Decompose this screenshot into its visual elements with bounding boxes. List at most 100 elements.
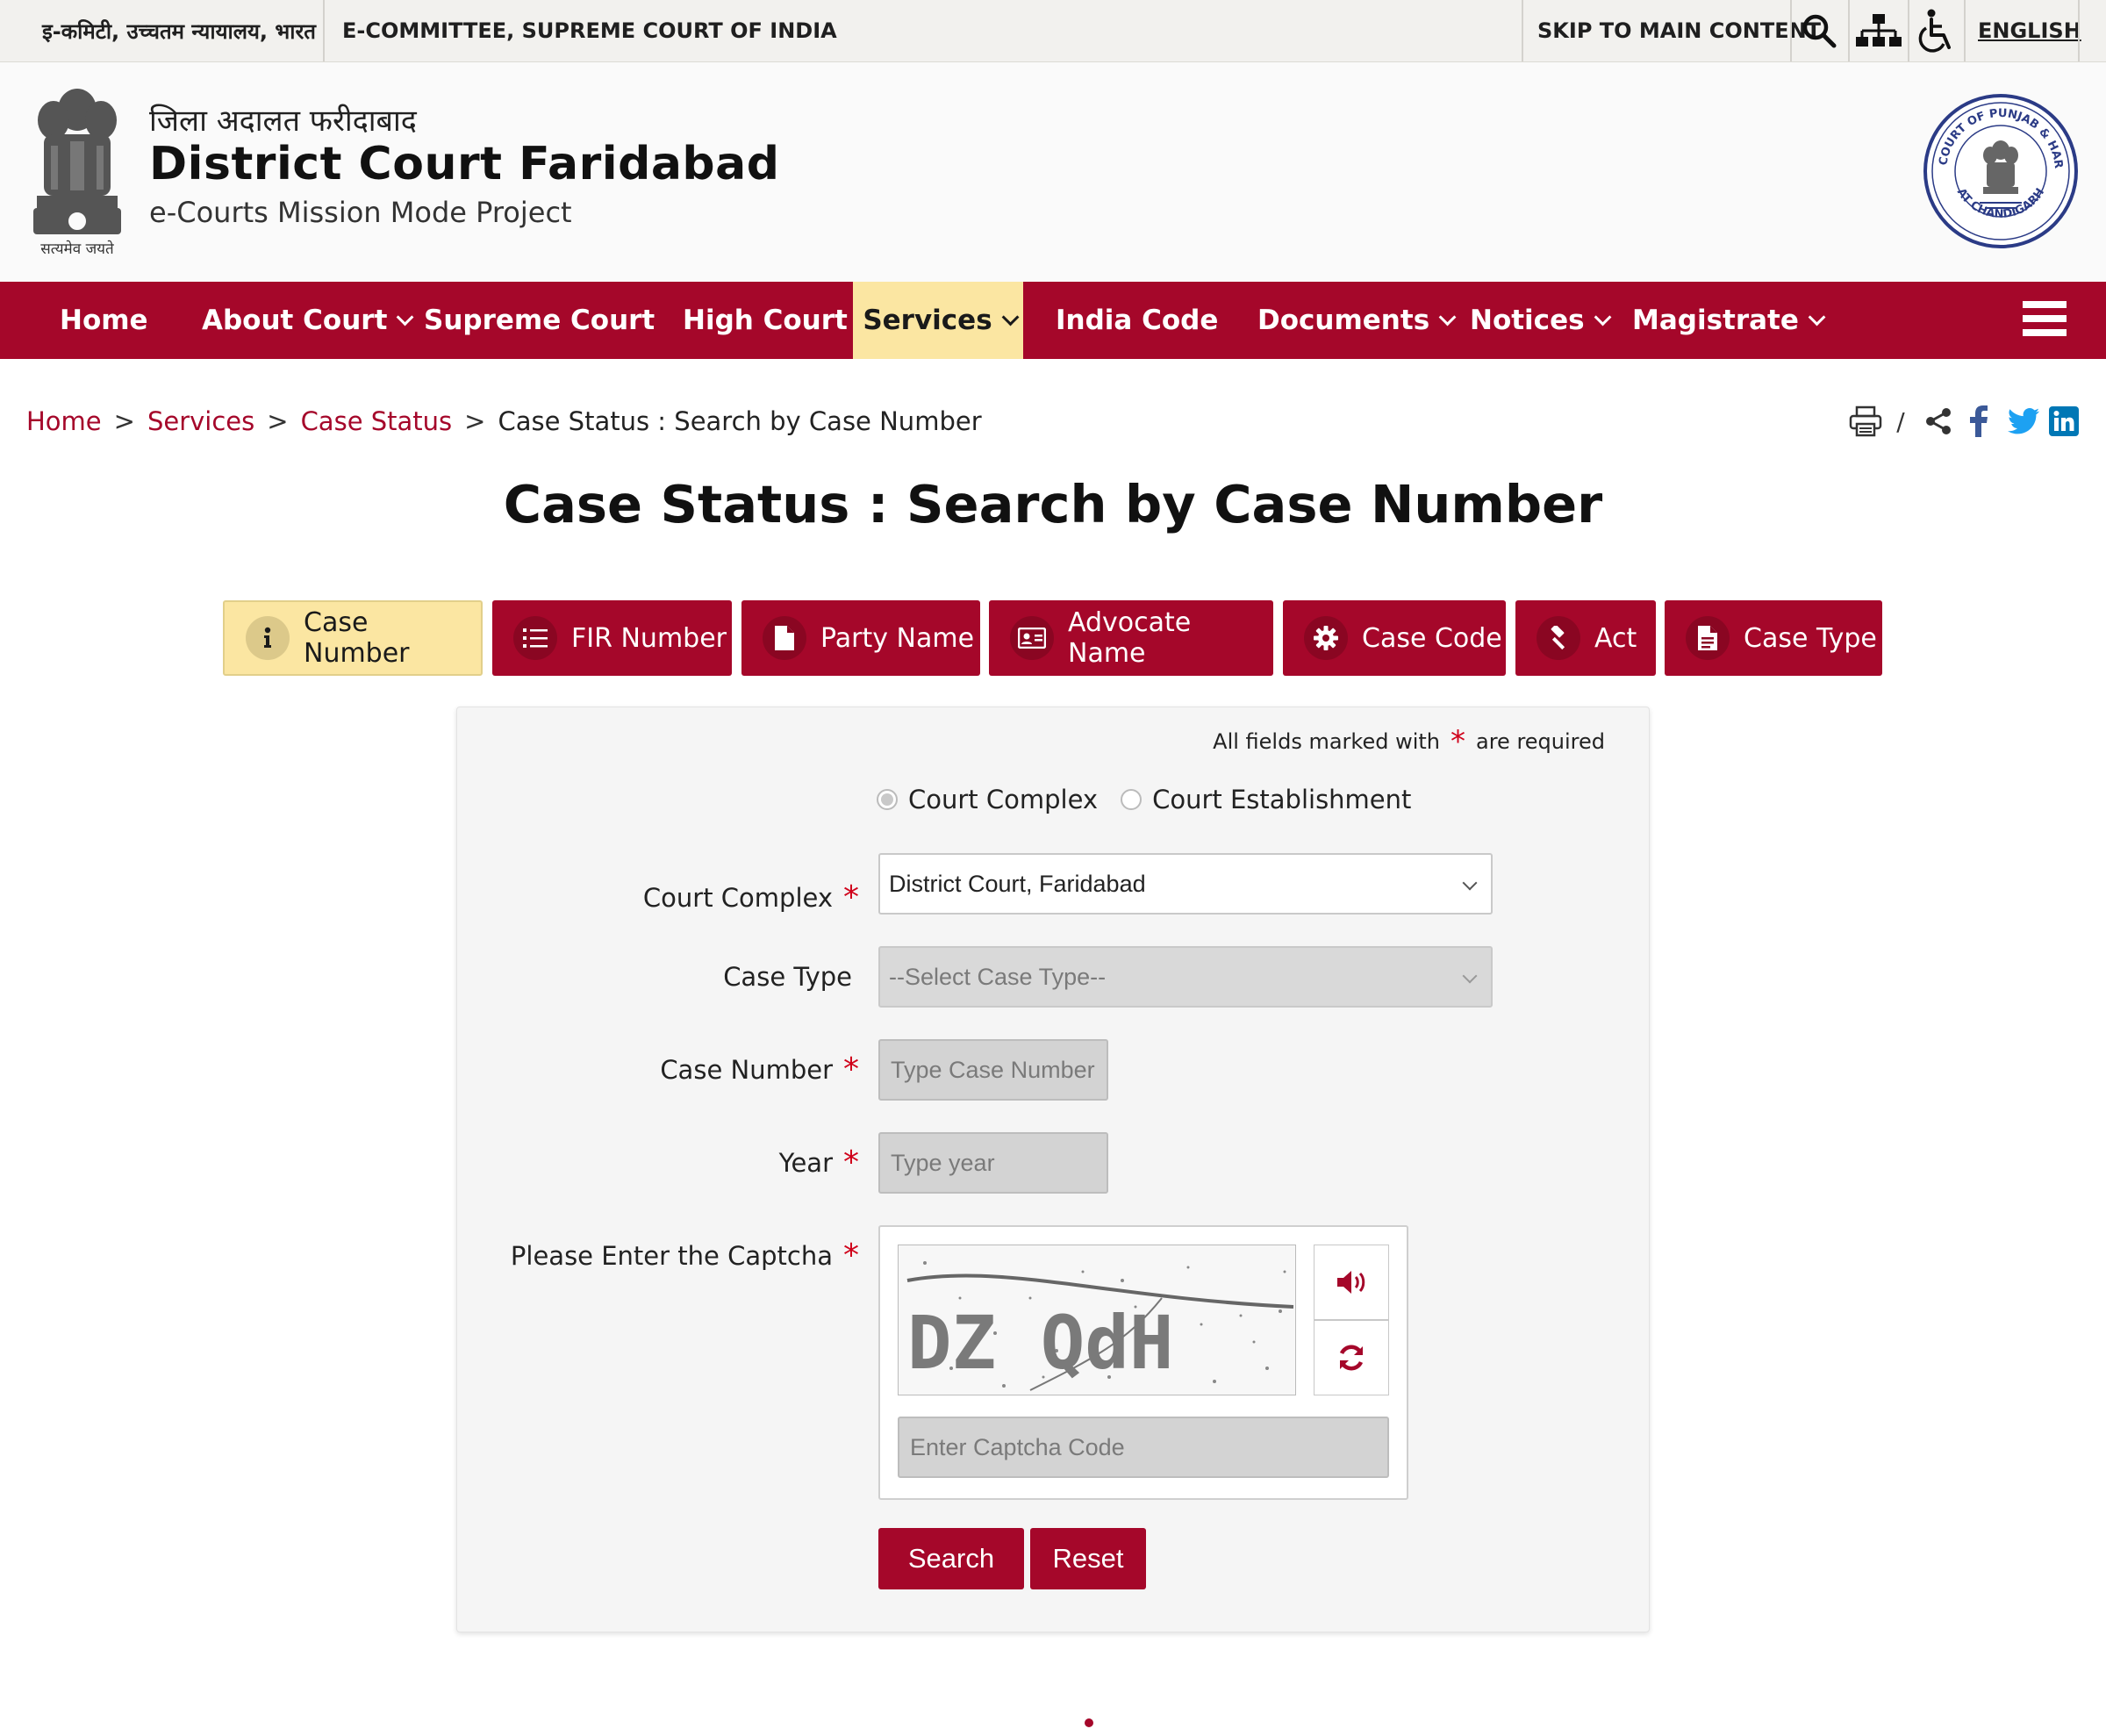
nav-item-about-court[interactable]: About Court bbox=[202, 282, 414, 359]
language-selector[interactable]: ENGLISH bbox=[1978, 0, 2081, 61]
tab-case-code[interactable]: Case Code bbox=[1283, 600, 1506, 676]
tab-act[interactable]: Act bbox=[1515, 600, 1656, 676]
chevron-down-icon bbox=[1462, 968, 1478, 984]
court-type-radio-group: Court Complex Court Establishment bbox=[877, 785, 1434, 814]
tab-label: FIR Number bbox=[571, 622, 727, 654]
page-title: Case Status : Search by Case Number bbox=[503, 474, 1603, 534]
site-title[interactable]: District Court Faridabad bbox=[149, 138, 779, 190]
tab-label: Case Code bbox=[1362, 622, 1502, 654]
radio-court-establishment[interactable] bbox=[1121, 789, 1143, 810]
case-number-label: Case Number * bbox=[660, 1051, 859, 1087]
case-number-input[interactable]: Type Case Number bbox=[878, 1039, 1108, 1101]
svg-text:सत्यमेव जयते: सत्यमेव जयते bbox=[40, 240, 114, 258]
captcha-container: DZ QdH Enter Captcha Code bbox=[878, 1225, 1408, 1500]
search-icon[interactable] bbox=[1792, 0, 1846, 61]
chevron-down-icon bbox=[1462, 875, 1478, 891]
hamburger-menu-icon[interactable] bbox=[2023, 301, 2067, 340]
chevron-down-icon bbox=[397, 308, 414, 326]
gavel-icon bbox=[1537, 616, 1580, 660]
toolbar-divider: / bbox=[1896, 406, 1905, 436]
gear-icon bbox=[1304, 616, 1348, 660]
tab-case-type[interactable]: Case Type bbox=[1665, 600, 1882, 676]
share-tools: / bbox=[1843, 402, 2081, 441]
nav-item-home[interactable]: Home bbox=[60, 282, 148, 359]
chevron-down-icon bbox=[1438, 308, 1457, 326]
file-text-icon bbox=[1686, 616, 1730, 660]
year-input[interactable]: Type year bbox=[878, 1132, 1108, 1194]
national-emblem-logo: सत्यमेव जयते bbox=[25, 80, 130, 260]
search-button[interactable]: Search bbox=[878, 1528, 1024, 1589]
breadcrumb-separator: > bbox=[464, 406, 486, 436]
year-label: Year * bbox=[778, 1144, 859, 1180]
print-icon[interactable] bbox=[1848, 402, 1883, 441]
radio-label-court-complex[interactable]: Court Complex bbox=[908, 785, 1098, 814]
tab-fir-number[interactable]: FIR Number bbox=[492, 600, 732, 676]
skip-to-main-content-link[interactable]: SKIP TO MAIN CONTENT bbox=[1537, 0, 1821, 61]
nav-item-supreme-court[interactable]: Supreme Court bbox=[424, 282, 655, 359]
info-icon bbox=[246, 616, 290, 660]
case-type-label: Case Type bbox=[723, 962, 852, 992]
captcha-label: Please Enter the Captcha * bbox=[510, 1237, 859, 1273]
refresh-icon bbox=[1339, 1345, 1364, 1371]
nav-item-high-court[interactable]: High Court bbox=[683, 282, 848, 359]
divider bbox=[323, 0, 325, 61]
nav-item-services[interactable]: Services bbox=[853, 282, 1023, 359]
accessibility-icon[interactable] bbox=[1909, 0, 1964, 61]
tab-label: Case Number bbox=[304, 607, 410, 669]
breadcrumb-home[interactable]: Home bbox=[26, 406, 102, 436]
list-icon bbox=[513, 616, 557, 660]
case-type-select[interactable]: --Select Case Type-- bbox=[878, 946, 1493, 1008]
chevron-down-icon bbox=[1594, 308, 1611, 326]
chevron-down-icon bbox=[1001, 308, 1020, 326]
tab-label: Act bbox=[1594, 622, 1637, 654]
site-subtitle: e-Courts Mission Mode Project bbox=[149, 196, 572, 229]
reset-button[interactable]: Reset bbox=[1030, 1528, 1146, 1589]
captcha-input[interactable]: Enter Captcha Code bbox=[898, 1417, 1389, 1478]
main-navigation: Home About Court Supreme Court High Cour… bbox=[0, 282, 2106, 359]
sitemap-icon[interactable] bbox=[1852, 0, 1906, 61]
speaker-icon bbox=[1337, 1271, 1365, 1294]
top-utility-bar: इ-कमिटी, उच्चतम न्यायालय, भारत E-COMMITT… bbox=[0, 0, 2106, 62]
divider bbox=[1964, 0, 1966, 61]
court-complex-select[interactable]: District Court, Faridabad bbox=[878, 853, 1493, 915]
captcha-image: DZ QdH bbox=[898, 1245, 1296, 1395]
court-complex-label: Court Complex * bbox=[642, 879, 859, 915]
divider bbox=[1522, 0, 1523, 61]
breadcrumb-services[interactable]: Services bbox=[147, 406, 254, 436]
twitter-icon[interactable] bbox=[2006, 402, 2041, 441]
breadcrumb: Home > Services > Case Status > Case Sta… bbox=[26, 404, 982, 439]
radio-court-complex[interactable] bbox=[877, 789, 898, 810]
carousel-indicator bbox=[1085, 1718, 1093, 1727]
document-icon bbox=[763, 616, 806, 660]
chevron-down-icon bbox=[1808, 308, 1826, 326]
tab-label: Party Name bbox=[820, 622, 975, 654]
high-court-seal-logo: HIGH COURT OF PUNJAB & HARYANA AT CHANDI… bbox=[1917, 82, 2080, 250]
tab-label: Advocate Name bbox=[1068, 607, 1192, 669]
breadcrumb-case-status[interactable]: Case Status bbox=[301, 406, 453, 436]
tab-case-number[interactable]: Case Number bbox=[223, 600, 483, 676]
nav-item-india-code[interactable]: India Code bbox=[1056, 282, 1218, 359]
tab-party-name[interactable]: Party Name bbox=[741, 600, 980, 676]
site-header: सत्यमेव जयते जिला अदालत फरीदाबाद Distric… bbox=[0, 62, 2106, 282]
ecommittee-hindi-link[interactable]: इ-कमिटी, उच्चतम न्यायालय, भारत bbox=[42, 0, 316, 61]
ecommittee-link[interactable]: E-COMMITTEE, SUPREME COURT OF INDIA bbox=[342, 0, 837, 61]
site-title-hindi: जिला अदालत फरीदाबाद bbox=[149, 104, 417, 139]
linkedin-icon[interactable] bbox=[2048, 402, 2080, 441]
radio-label-court-establishment[interactable]: Court Establishment bbox=[1152, 785, 1411, 814]
id-card-icon bbox=[1010, 616, 1054, 660]
breadcrumb-current: Case Status : Search by Case Number bbox=[498, 406, 982, 436]
tab-label: Case Type bbox=[1744, 622, 1877, 654]
divider bbox=[1848, 0, 1850, 61]
nav-item-notices[interactable]: Notices bbox=[1470, 282, 1611, 359]
divider bbox=[2078, 0, 2080, 61]
captcha-audio-button[interactable] bbox=[1314, 1245, 1389, 1320]
nav-item-magistrate[interactable]: Magistrate bbox=[1632, 282, 1826, 359]
nav-item-documents[interactable]: Documents bbox=[1257, 282, 1457, 359]
case-search-form: All fields marked with * are required Co… bbox=[456, 707, 1650, 1632]
share-icon[interactable] bbox=[1923, 402, 1953, 441]
breadcrumb-separator: > bbox=[267, 406, 289, 436]
tab-advocate-name[interactable]: Advocate Name bbox=[989, 600, 1273, 676]
facebook-icon[interactable] bbox=[1966, 402, 1992, 441]
breadcrumb-separator: > bbox=[113, 406, 135, 436]
captcha-refresh-button[interactable] bbox=[1314, 1320, 1389, 1395]
